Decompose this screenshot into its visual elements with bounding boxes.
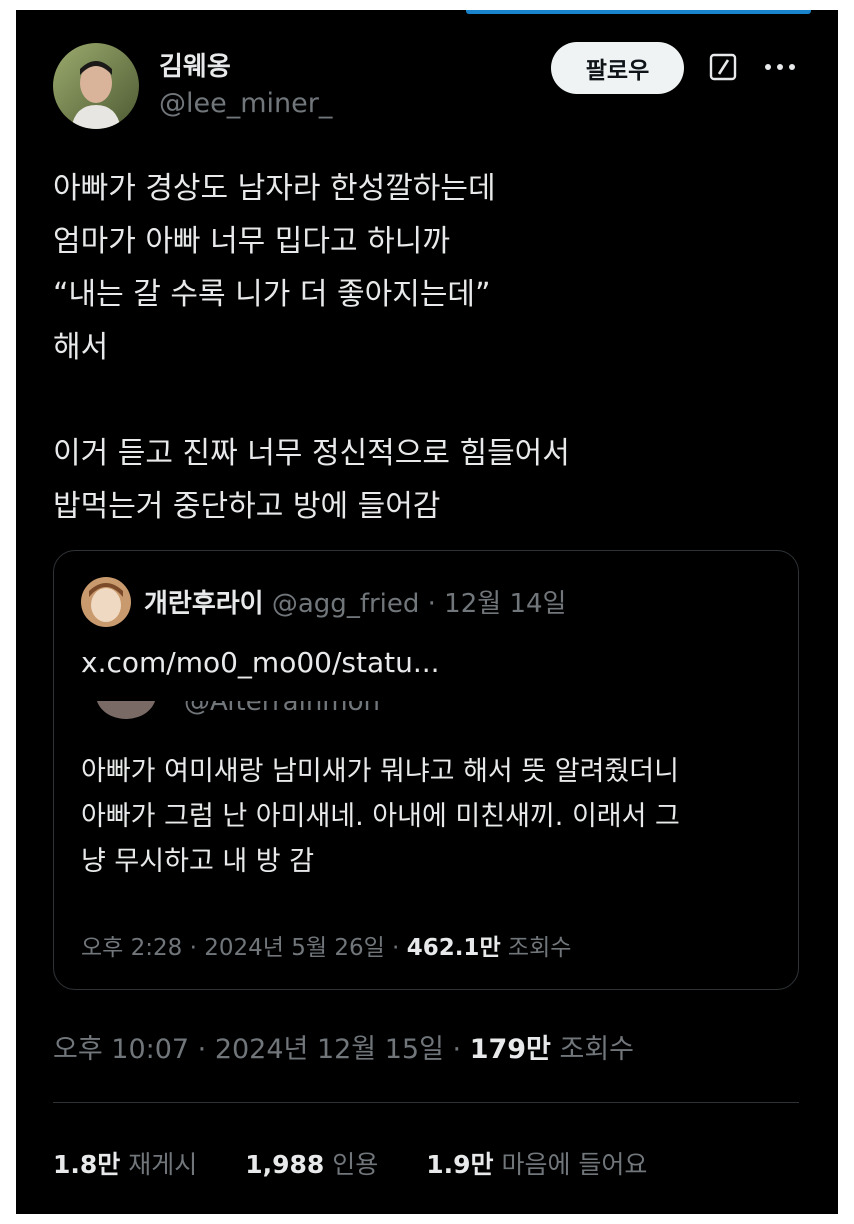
post-timestamp[interactable]: 오후 10:07 · 2024년 12월 15일 · <box>53 1034 470 1065</box>
nested-author-avatar <box>96 701 156 719</box>
likes-count: 1.9만 <box>426 1150 494 1179</box>
author-handle[interactable]: @lee_miner_ <box>159 88 332 119</box>
likes-label: 마음에 들어요 <box>501 1150 648 1179</box>
nested-post-views-label: 조회수 <box>500 935 572 961</box>
nested-author-handle: @Afterrainmon <box>184 701 381 717</box>
grok-icon[interactable] <box>706 50 740 84</box>
nested-post-text: 아빠가 여미새랑 남미새가 뭐냐고 해서 뜻 알려줬더니 아빠가 그럼 난 아미… <box>81 749 781 884</box>
post-views-label: 조회수 <box>550 1034 634 1065</box>
post-text-line: 엄마가 아빠 너무 밉다고 하니까 <box>53 224 450 259</box>
post-text-line: “내는 갈 수록 니가 더 좋아지는데” <box>53 277 491 312</box>
post-text-line: 밥먹는거 중단하고 방에 들어감 <box>53 489 441 524</box>
reposts-stat[interactable]: 1.8만 재게시 <box>53 1145 197 1181</box>
quoted-post-link[interactable]: x.com/mo0_mo00/statu... <box>81 646 440 679</box>
quotes-count: 1,988 <box>245 1150 325 1179</box>
nested-post-meta: 오후 2:28 · 2024년 5월 26일 · 462.1만 조회수 <box>81 928 571 962</box>
top-edge-indicator <box>466 10 811 14</box>
post-text-line: 이거 듣고 진짜 너무 정신적으로 힘들어서 <box>53 436 570 471</box>
quoted-author-avatar[interactable] <box>81 577 131 627</box>
nested-post-header-peek: @Afterrainmon <box>84 701 384 731</box>
post-meta: 오후 10:07 · 2024년 12월 15일 · 179만 조회수 <box>53 1027 634 1066</box>
more-options-icon[interactable] <box>760 50 800 84</box>
post-text-line <box>53 374 813 427</box>
quoted-author-handle-date: @agg_fried · 12월 14일 <box>263 589 567 619</box>
nested-post-text-line: 아빠가 그럼 난 아미새네. 아내에 미친새끼. 이래서 그 <box>81 801 680 832</box>
engagement-stats: 1.8만 재게시 1,988 인용 1.9만 마음에 들어요 <box>53 1145 687 1181</box>
author-avatar[interactable] <box>53 43 139 129</box>
nested-post-views-count: 462.1만 <box>406 935 501 961</box>
follow-button[interactable]: 팔로우 <box>551 42 684 94</box>
reposts-count: 1.8만 <box>53 1150 121 1179</box>
author-display-name[interactable]: 김웨옹 <box>159 46 231 83</box>
nested-post-text-line: 냥 무시하고 내 방 감 <box>81 846 315 877</box>
post-text-line: 해서 <box>53 330 109 365</box>
post-text-line: 아빠가 경상도 남자라 한성깔하는데 <box>53 171 496 206</box>
likes-stat[interactable]: 1.9만 마음에 들어요 <box>426 1145 647 1181</box>
quoted-post-header: 개란후라이 @agg_fried · 12월 14일 <box>144 583 566 620</box>
quotes-stat[interactable]: 1,988 인용 <box>245 1145 378 1181</box>
quotes-label: 인용 <box>332 1150 379 1179</box>
post-views-count: 179만 <box>469 1034 551 1065</box>
reposts-label: 재게시 <box>128 1150 198 1179</box>
nested-post-text-line: 아빠가 여미새랑 남미새가 뭐냐고 해서 뜻 알려줬더니 <box>81 756 679 787</box>
post-screen: 김웨옹 @lee_miner_ 팔로우 아빠가 경상도 남자라 한성깔하는데 엄… <box>16 10 838 1214</box>
quoted-author-name[interactable]: 개란후라이 <box>144 589 264 619</box>
divider <box>53 1102 799 1103</box>
nested-post-timestamp: 오후 2:28 · 2024년 5월 26일 · <box>81 935 407 961</box>
post-text: 아빠가 경상도 남자라 한성깔하는데 엄마가 아빠 너무 밉다고 하니까 “내는… <box>53 162 813 533</box>
quoted-post-card[interactable]: 개란후라이 @agg_fried · 12월 14일 x.com/mo0_mo0… <box>53 550 799 990</box>
